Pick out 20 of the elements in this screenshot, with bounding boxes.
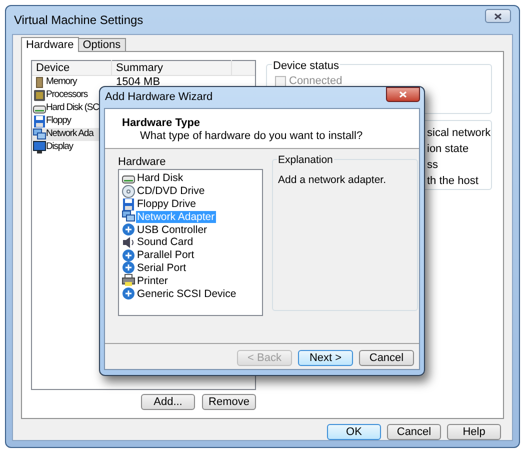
dialog-title: Add Hardware Wizard — [105, 90, 213, 106]
option-label: ion state — [427, 143, 470, 156]
checkbox-label: Connected — [289, 74, 342, 89]
device-summary: 1504 MB — [115, 75, 160, 90]
explanation-text: Add a network adapter. — [278, 174, 386, 186]
list-label: Hardware — [118, 155, 167, 169]
wizard-heading: Hardware Type — [122, 117, 202, 130]
device-name: Network Ada — [46, 127, 94, 142]
option-label: ss — [427, 159, 439, 172]
window-title: Virtual Machine Settings — [14, 12, 144, 29]
device-name: Display — [46, 140, 73, 154]
column-header: Device — [32, 60, 112, 76]
device-name: Processors — [46, 88, 88, 102]
option-label: sical network — [427, 127, 491, 140]
wizard-subheading: What type of hardware do you want to install? — [139, 130, 364, 143]
column-header: Summary — [112, 60, 232, 76]
device-name: Hard Disk (SC — [46, 101, 99, 116]
device-name: Memory — [46, 75, 77, 90]
option-label: th the host — [427, 175, 480, 188]
device-name: Floppy — [46, 114, 71, 128]
